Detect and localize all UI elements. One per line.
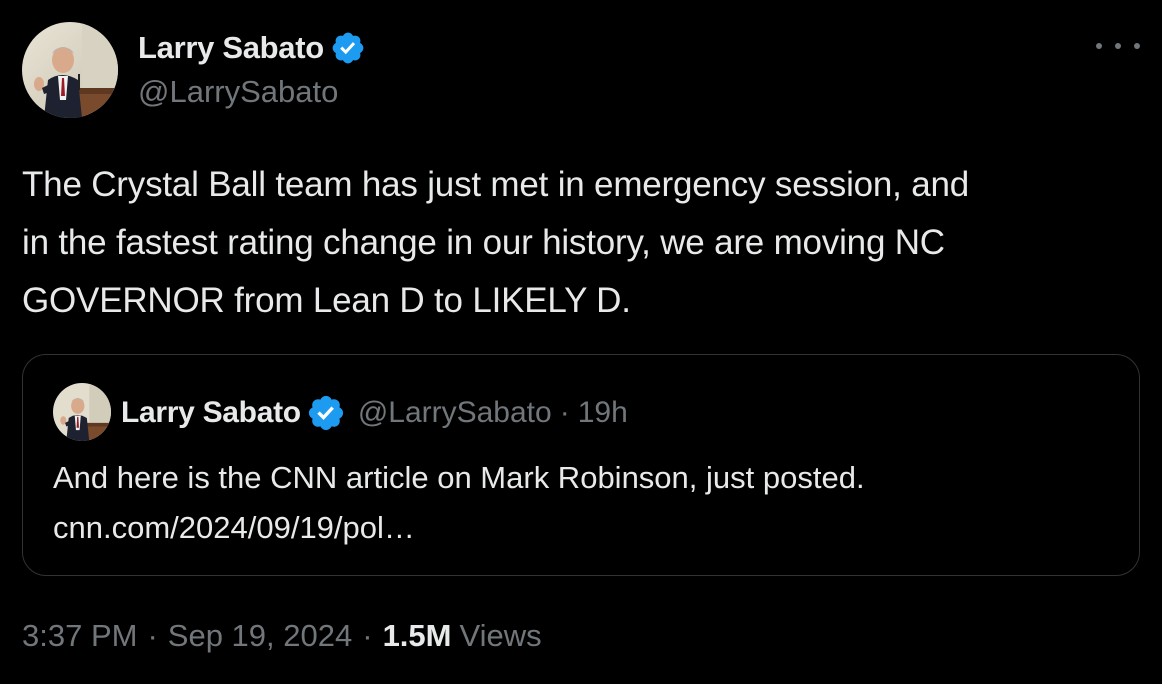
quoted-handle[interactable]: @LarrySabato [358, 396, 552, 430]
quoted-display-name[interactable]: Larry Sabato [121, 396, 301, 430]
avatar-photo-icon [22, 22, 118, 118]
tweet-text-line: in the fastest rating change in our hist… [22, 223, 945, 262]
quoted-tweet-card[interactable]: Larry Sabato @LarrySabato · 19h And here… [22, 354, 1140, 576]
dot-icon [1115, 43, 1121, 49]
verified-badge-icon [308, 395, 343, 431]
tweet-text-line: GOVERNOR from Lean D to LIKELY D. [22, 281, 631, 320]
quoted-link[interactable]: cnn.com/2024/09/19/pol… [53, 503, 865, 553]
more-dots-icon[interactable] [1096, 32, 1140, 60]
quoted-text-line: And here is the CNN article on Mark Robi… [53, 460, 865, 495]
quoted-header: Larry Sabato @LarrySabato · 19h [121, 391, 628, 435]
quoted-timestamp[interactable]: 19h [578, 396, 628, 430]
author-name-row: Larry Sabato [138, 28, 366, 68]
views-count[interactable]: 1.5M [383, 618, 452, 654]
avatar-photo-icon [53, 383, 111, 441]
quoted-author-avatar[interactable] [53, 383, 111, 441]
separator-dot: · [147, 618, 158, 653]
author-handle[interactable]: @LarrySabato [138, 74, 338, 110]
tweet-text-line: The Crystal Ball team has just met in em… [22, 165, 970, 204]
tweet-meta: 3:37 PM · Sep 19, 2024 · 1.5M Views [22, 618, 542, 654]
tweet-text: The Crystal Ball team has just met in em… [22, 156, 1150, 330]
author-display-name[interactable]: Larry Sabato [138, 30, 324, 66]
dot-icon [1096, 43, 1102, 49]
tweet-card: Larry Sabato @LarrySabato The Crystal Ba… [0, 0, 1162, 684]
tweet-time[interactable]: 3:37 PM [22, 618, 137, 654]
verified-badge-icon [332, 32, 364, 64]
tweet-date[interactable]: Sep 19, 2024 [168, 618, 352, 654]
dot-icon [1134, 43, 1140, 49]
quoted-text: And here is the CNN article on Mark Robi… [53, 453, 865, 553]
separator-dot: · [362, 618, 373, 653]
author-avatar[interactable] [22, 22, 118, 118]
views-label: Views [459, 618, 542, 653]
separator-dot: · [559, 396, 570, 429]
